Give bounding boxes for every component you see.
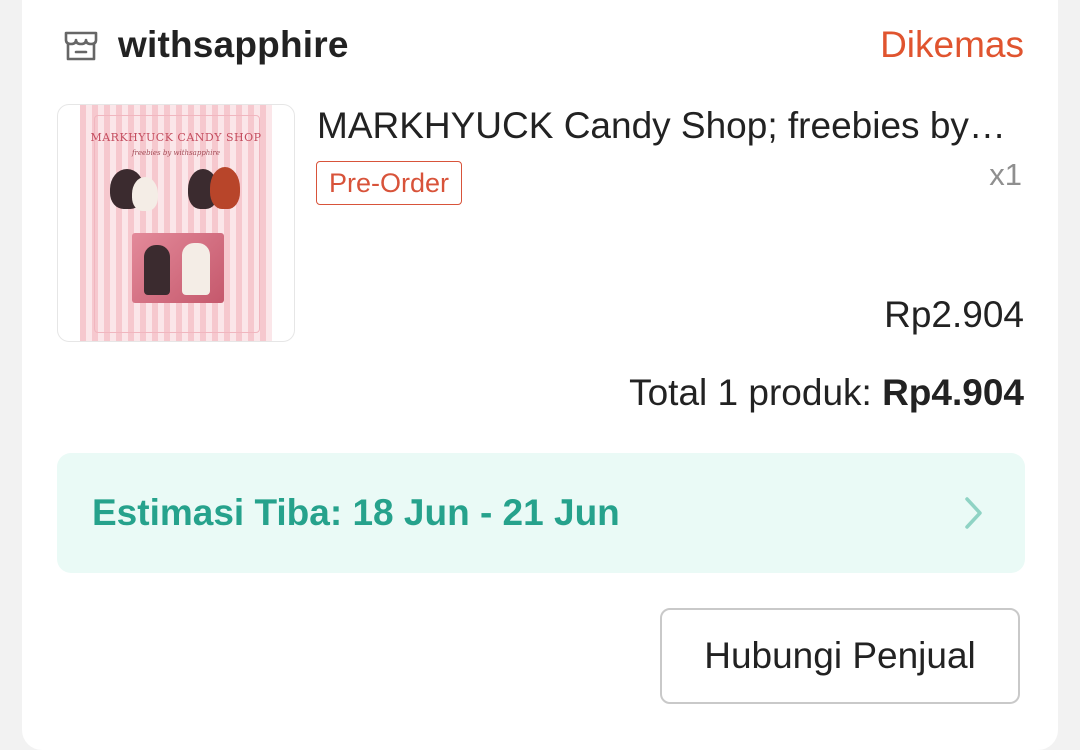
product-thumbnail[interactable]: MARKHYUCK CANDY SHOP freebies by withsap… bbox=[57, 104, 295, 342]
delivery-estimate-bar[interactable]: Estimasi Tiba: 18 Jun - 21 Jun bbox=[57, 453, 1025, 573]
thumbnail-title: MARKHYUCK CANDY SHOP bbox=[90, 131, 262, 144]
chevron-right-icon bbox=[963, 495, 985, 531]
preorder-badge: Pre-Order bbox=[316, 161, 463, 205]
keychain-figure-right-b bbox=[210, 167, 240, 209]
product-price: Rp2.904 bbox=[884, 294, 1024, 335]
order-total: Total 1 produk: Rp4.904 bbox=[629, 372, 1024, 414]
thumbnail-artwork: MARKHYUCK CANDY SHOP freebies by withsap… bbox=[80, 105, 272, 341]
thumbnail-subtitle: freebies by withsapphire bbox=[131, 149, 221, 157]
store-icon bbox=[62, 26, 100, 64]
shop-header: withsapphire Dikemas bbox=[62, 18, 1024, 72]
total-amount: Rp4.904 bbox=[882, 372, 1024, 413]
delivery-estimate-text: Estimasi Tiba: 18 Jun - 21 Jun bbox=[92, 492, 620, 533]
contact-seller-button[interactable]: Hubungi Penjual bbox=[660, 608, 1020, 704]
photocard-person-a bbox=[144, 245, 170, 295]
product-title[interactable]: MARKHYUCK Candy Shop; freebies by… bbox=[317, 102, 1024, 150]
shop-name[interactable]: withsapphire bbox=[118, 24, 349, 66]
order-status: Dikemas bbox=[880, 24, 1024, 65]
total-label: Total 1 produk: bbox=[629, 372, 883, 413]
keychain-figure-left-b bbox=[132, 177, 158, 211]
thumbnail-photocard bbox=[132, 233, 224, 303]
product-quantity: x1 bbox=[989, 157, 1022, 192]
photocard-person-b bbox=[182, 243, 210, 295]
